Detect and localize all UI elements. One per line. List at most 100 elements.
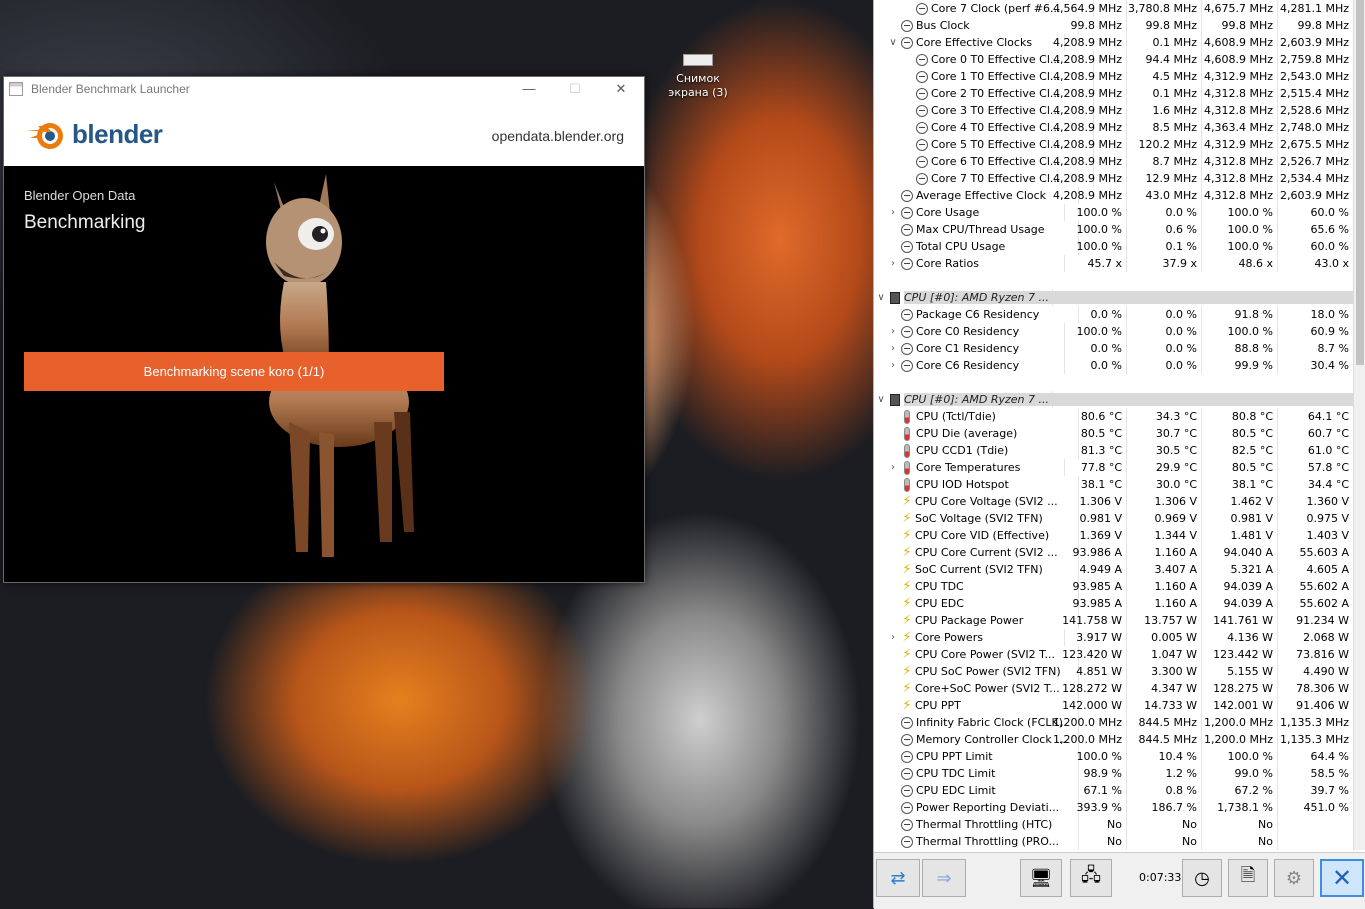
sensor-row[interactable]: › ⚡ Core Powers 3.917 W 0.005 W 4.136 W 2.068 … [874,629,1354,646]
sensor-row[interactable]: ⚡ Core+SoC Power (SVI2 T... 128.272 W 4.347… [874,680,1354,697]
minimize-button[interactable]: — [506,77,552,100]
sensor-row[interactable]: › Core C0 Residency 100.0 % 0.0 % 100.0 % 60.… [874,323,1354,340]
sensor-row[interactable]: Max CPU/Thread Usage 100.0 % 0.6 % 100.0 % 6… [874,221,1354,238]
chevron-right-icon[interactable]: › [886,255,900,272]
maximize-button[interactable]: ☐ [552,77,598,100]
sensor-row[interactable]: Memory Controller Clock ... 1,200.0 MHz 84… [874,731,1354,748]
chevron-right-icon[interactable]: › [886,340,900,357]
sensor-row[interactable]: ⚡ CPU Core VID (Effective) 1.369 V 1.344 V1… [874,527,1354,544]
chevron-down-icon[interactable]: ∨ [886,34,900,51]
sensor-name-cell: ⚡ CPU Core Current (SVI2 ... [874,544,1079,561]
chevron-right-icon[interactable]: › [886,629,900,646]
sensor-row[interactable]: CPU EDC Limit 67.1 % 0.8 % 67.2 % 39.7 % [874,782,1354,799]
chevron-right-icon[interactable]: › [886,323,900,340]
sensor-label: Package C6 Residency [916,308,1040,321]
sensor-name-cell: › Core C6 Residency [874,357,1065,374]
sensor-row[interactable]: ⚡ CPU Package Power 141.758 W 13.757 W 141.7… [874,612,1354,629]
sensor-row[interactable]: CPU (Tctl/Tdie) 80.6 °C 34.3 °C 80.8 °C 64.1… [874,408,1354,425]
sensor-row[interactable]: Core 3 T0 Effective Cl... 4,208.9 MHz 1.6 … [874,102,1354,119]
reset-layout-button[interactable]: ⇒ [922,859,966,897]
value-avg: 451.0 % [1279,799,1354,816]
sensor-row[interactable]: ⚡ CPU Core Current (SVI2 ... 93.986 A 1.160… [874,544,1354,561]
sensor-row[interactable]: › Core Temperatures 77.8 °C 29.9 °C 80.5 °C 5… [874,459,1354,476]
value-current: 100.0 % [1052,204,1127,221]
scrollbar-thumb[interactable] [1356,0,1364,365]
chevron-right-icon[interactable]: › [886,459,900,476]
sensor-row[interactable]: Power Reporting Deviati... 393.9 % 186.7 %… [874,799,1354,816]
logging-button[interactable]: 🗎 [1228,859,1268,897]
sensor-row[interactable]: ⚡ CPU PPT 142.000 W 14.733 W 142.001 W 91.406… [874,697,1354,714]
chevron-down-icon[interactable]: ∨ [874,391,888,408]
sensor-row[interactable]: ⚡ CPU EDC 93.985 A 1.160 A 94.039 A 55.602 A [874,595,1354,612]
sensor-row[interactable]: ⚡ CPU TDC 93.985 A 1.160 A 94.039 A 55.602 A [874,578,1354,595]
sensor-row[interactable]: ⚡ SoC Current (SVI2 TFN) 4.949 A 3.407 A 5.3… [874,561,1354,578]
sensor-name-cell: CPU EDC Limit [874,782,1079,799]
sensor-row[interactable]: CPU CCD1 (Tdie) 81.3 °C 30.5 °C 82.5 °C 61.0… [874,442,1354,459]
clock-icon [901,240,913,253]
clock-reset-button[interactable]: ◷ [1182,859,1222,897]
sensor-row[interactable]: ⚡ CPU Core Power (SVI2 T... 123.420 W 1.047… [874,646,1354,663]
sensor-row[interactable]: Core 0 T0 Effective Cl... 4,208.9 MHz 94.4… [874,51,1354,68]
sensor-label: Core 4 T0 Effective Cl... [931,121,1061,134]
sensor-row[interactable]: ⚡ CPU Core Voltage (SVI2 ... 1.306 V 1.306 … [874,493,1354,510]
sensor-row[interactable]: Core 1 T0 Effective Cl... 4,208.9 MHz 4.5 … [874,68,1354,85]
value-min: 94.4 MHz [1127,51,1202,68]
sensor-row[interactable]: Total CPU Usage 100.0 % 0.1 % 100.0 % 60.0 % [874,238,1354,255]
sensor-row[interactable]: CPU TDC Limit 98.9 % 1.2 % 99.0 % 58.5 % [874,765,1354,782]
chevron-right-icon[interactable]: › [886,357,900,374]
chevron-right-icon[interactable]: › [886,204,900,221]
sensor-row[interactable]: ⚡ SoC Voltage (SVI2 TFN) 0.981 V 0.969 V 0.9… [874,510,1354,527]
sensor-group-header[interactable]: ∨ CPU [#0]: AMD Ryzen 7 ... [874,289,1354,306]
value-max: No [1203,816,1278,833]
sensor-row[interactable]: Core 7 T0 Effective Cl... 4,208.9 MHz 12.9… [874,170,1354,187]
clock-icon [916,87,928,100]
sensor-row[interactable]: Core 7 Clock (perf #6... 4,564.9 MHz 3,780… [874,0,1354,17]
sensor-row[interactable]: CPU PPT Limit 100.0 % 10.4 % 100.0 % 64.4 % [874,748,1354,765]
clock-icon [916,138,928,151]
sensor-row[interactable]: CPU Die (average) 80.5 °C 30.7 °C 80.5 °C 60… [874,425,1354,442]
desktop-icon-screenshot[interactable]: Снимок экрана (3) [668,54,728,100]
chevron-down-icon[interactable]: ∨ [874,289,888,306]
close-sensors-button[interactable]: ✕ [1320,859,1364,897]
report-button[interactable]: 🖥 [1020,859,1062,897]
sensor-row[interactable]: Bus Clock 99.8 MHz 99.8 MHz 99.8 MHz 99.8 MH… [874,17,1354,34]
value-min: 10.4 % [1127,748,1202,765]
sensor-name-cell: › Core Ratios [874,255,1065,272]
sensor-row[interactable]: Infinity Fabric Clock (FCLK) 1,200.0 MHz 8… [874,714,1354,731]
value-current: 0.0 % [1052,306,1127,323]
clock-icon [901,206,913,219]
value-current: 4,208.9 MHz [1052,119,1127,136]
clock-icon [901,733,913,746]
value-min: 0.0 % [1127,340,1202,357]
value-avg: 64.4 % [1279,748,1354,765]
window-titlebar[interactable]: Blender Benchmark Launcher — ☐ ✕ [4,77,644,100]
sensor-row[interactable]: Package C6 Residency 0.0 % 0.0 % 91.8 % 18.0… [874,306,1354,323]
sensor-row[interactable]: CPU IOD Hotspot 38.1 °C 30.0 °C 38.1 °C 34.4… [874,476,1354,493]
sensor-row[interactable]: ∨ Core Effective Clocks 4,208.9 MHz 0.1 MHz… [874,34,1354,51]
sensor-row[interactable]: ⚡ CPU SoC Power (SVI2 TFN) 4.851 W 3.300 W5… [874,663,1354,680]
value-current: 1.369 V [1052,527,1127,544]
sensor-row[interactable]: › Core Ratios 45.7 x 37.9 x 48.6 x 43.0 x [874,255,1354,272]
sensor-group-header[interactable]: ∨ CPU [#0]: AMD Ryzen 7 ... [874,391,1354,408]
settings-button[interactable]: ⚙ [1274,859,1314,897]
value-max: 80.5 °C [1203,425,1278,442]
network-button[interactable]: 🖧 [1070,859,1112,897]
vertical-scrollbar[interactable] [1353,0,1365,850]
sensor-row[interactable]: Thermal Throttling (HTC) No No No [874,816,1354,833]
sensor-row[interactable]: › Core C6 Residency 0.0 % 0.0 % 99.9 % 30.4 % [874,357,1354,374]
sensor-row[interactable]: Core 4 T0 Effective Cl... 4,208.9 MHz 8.5 … [874,119,1354,136]
sensor-row[interactable]: Core 2 T0 Effective Cl... 4,208.9 MHz 0.1 … [874,85,1354,102]
sensor-row[interactable]: Average Effective Clock 4,208.9 MHz 43.0 M… [874,187,1354,204]
sensor-row[interactable]: Thermal Throttling (PRO... No No No [874,833,1354,850]
sensor-row[interactable]: › Core C1 Residency 0.0 % 0.0 % 88.8 % 8.7 % [874,340,1354,357]
sensor-row[interactable]: › Core Usage 100.0 % 0.0 % 100.0 % 60.0 % [874,204,1354,221]
value-avg: 99.8 MHz [1279,17,1354,34]
sensor-row[interactable]: Core 5 T0 Effective Cl... 4,208.9 MHz 120.… [874,136,1354,153]
opendata-link[interactable]: opendata.blender.org [492,128,624,144]
switch-layout-button[interactable]: ⇄ [876,859,920,897]
sensor-label: Infinity Fabric Clock (FCLK) [916,716,1063,729]
sensor-label: CPU EDC Limit [916,784,996,797]
close-button[interactable]: ✕ [598,77,644,100]
sensor-row[interactable]: Core 6 T0 Effective Cl... 4,208.9 MHz 8.7 … [874,153,1354,170]
value-avg: 1.360 V [1279,493,1354,510]
